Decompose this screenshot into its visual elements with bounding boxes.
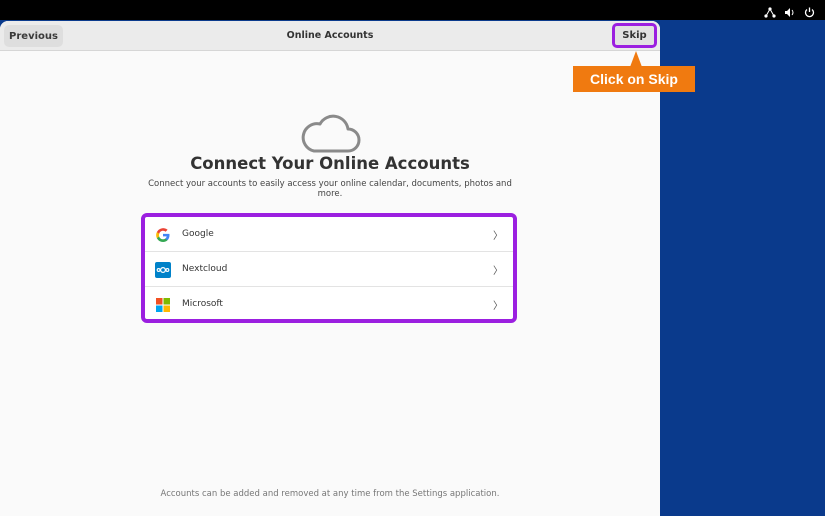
google-icon xyxy=(155,227,171,243)
volume-icon[interactable] xyxy=(784,3,796,22)
account-row-microsoft[interactable]: Microsoft 〉 xyxy=(145,287,513,321)
account-label: Google xyxy=(182,229,214,239)
cloud-icon xyxy=(298,111,362,159)
top-bar xyxy=(0,0,825,20)
chevron-right-icon: 〉 xyxy=(493,300,503,312)
callout-arrow xyxy=(630,51,642,67)
previous-button[interactable]: Previous xyxy=(4,25,63,47)
nextcloud-icon xyxy=(155,262,171,278)
header-bar: Online Accounts Previous Skip xyxy=(0,21,660,51)
chevron-right-icon: 〉 xyxy=(493,265,503,277)
power-icon[interactable] xyxy=(804,3,815,22)
network-icon[interactable] xyxy=(764,3,776,22)
system-tray xyxy=(764,3,815,22)
account-label: Nextcloud xyxy=(182,264,228,274)
account-row-nextcloud[interactable]: Nextcloud 〉 xyxy=(145,252,513,287)
page-heading: Connect Your Online Accounts xyxy=(190,154,470,173)
accounts-list: Google 〉 Nextcloud 〉 Microsoft 〉 xyxy=(141,213,517,323)
online-accounts-window: Online Accounts Previous Skip Connect Yo… xyxy=(0,21,660,516)
account-label: Microsoft xyxy=(182,299,223,309)
footer-note: Accounts can be added and removed at any… xyxy=(160,489,500,499)
microsoft-icon xyxy=(155,297,171,313)
chevron-right-icon: 〉 xyxy=(493,230,503,242)
account-row-google[interactable]: Google 〉 xyxy=(145,217,513,252)
callout-label: Click on Skip xyxy=(573,66,695,92)
window-title: Online Accounts xyxy=(286,30,374,41)
skip-button[interactable]: Skip xyxy=(612,23,657,48)
page-subtext: Connect your accounts to easily access y… xyxy=(148,179,512,199)
